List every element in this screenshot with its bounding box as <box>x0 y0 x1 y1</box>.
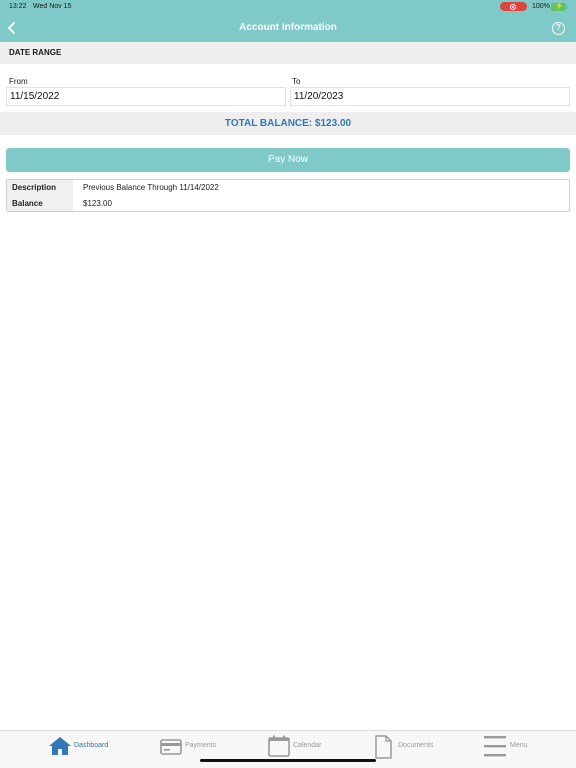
table-row: Description Previous Balance Through 11/… <box>7 180 569 196</box>
battery-percent: 100% <box>532 3 550 10</box>
question-circle-icon: ? <box>556 23 561 32</box>
calendar-icon <box>268 735 290 757</box>
tab-menu[interactable]: Menu <box>483 731 533 763</box>
battery-icon: ⚡ <box>551 3 568 11</box>
document-icon <box>375 735 392 759</box>
tab-payments-label: Payments <box>185 742 217 749</box>
status-bar: 13:22 Wed Nov 15 100% ⚡ <box>0 0 576 14</box>
balance-value: $123.00 <box>83 199 112 208</box>
description-value: Previous Balance Through 11/14/2022 <box>83 183 219 192</box>
top-header: 13:22 Wed Nov 15 100% ⚡ Account Informat… <box>0 0 576 42</box>
from-date-field[interactable]: 11/15/2022 <box>6 87 286 106</box>
record-icon <box>510 3 516 10</box>
pay-now-button[interactable]: Pay Now <box>6 148 570 172</box>
menu-icon <box>484 736 506 757</box>
tab-calendar-label: Calendar <box>293 742 322 749</box>
to-date-field[interactable]: 11/20/2023 <box>290 87 570 106</box>
description-label: Description <box>7 180 73 196</box>
tab-documents[interactable]: Documents <box>374 731 440 763</box>
tab-dashboard[interactable]: Dashboard <box>48 731 118 763</box>
balance-label: Balance <box>7 196 73 211</box>
from-label: From <box>9 77 28 86</box>
date-range-header: DATE RANGE <box>0 42 576 64</box>
tab-bar: Dashboard Payments Calendar Documents Me… <box>0 730 576 768</box>
table-row: Balance $123.00 <box>7 196 569 211</box>
home-indicator[interactable] <box>200 759 376 762</box>
tab-menu-label: Menu <box>510 742 528 749</box>
charging-bolt-icon: ⚡ <box>555 3 564 10</box>
status-date: Wed Nov 15 <box>33 3 72 10</box>
nav-bar: Account Information ? <box>0 14 576 42</box>
help-button[interactable]: ? <box>552 22 565 35</box>
balance-details-table: Description Previous Balance Through 11/… <box>6 179 570 212</box>
total-balance-bar: TOTAL BALANCE: $123.00 <box>0 112 576 135</box>
date-range-title: DATE RANGE <box>9 48 62 57</box>
page-title: Account Information <box>239 22 337 33</box>
home-icon <box>49 737 71 755</box>
tab-documents-label: Documents <box>398 742 434 749</box>
status-time: 13:22 <box>9 3 27 10</box>
total-balance-text: TOTAL BALANCE: $123.00 <box>224 118 352 129</box>
to-label: To <box>292 77 301 86</box>
screen-recording-indicator <box>500 2 527 11</box>
credit-card-icon <box>160 739 182 755</box>
tab-dashboard-label: Dashboard <box>74 742 109 749</box>
